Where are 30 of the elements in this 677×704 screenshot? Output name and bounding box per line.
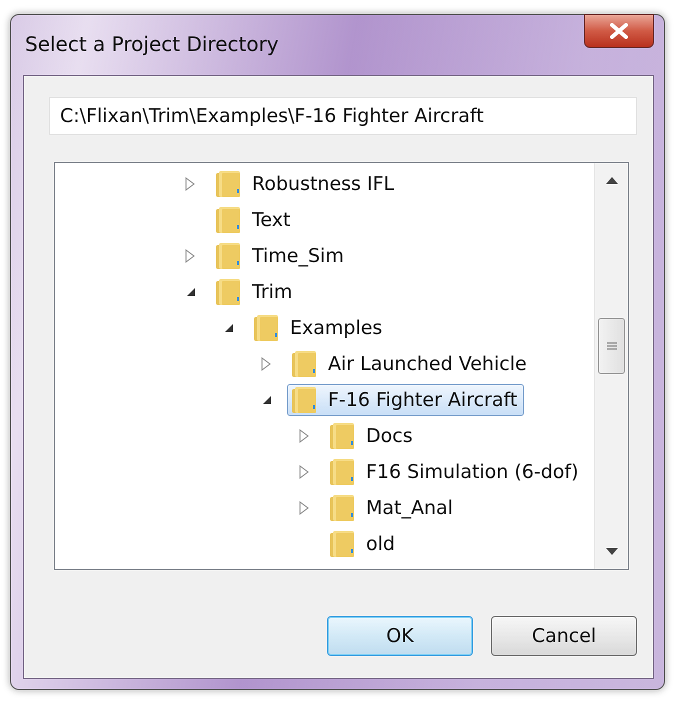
tree-item[interactable]: F-16 Fighter Aircraft [287,384,524,416]
scroll-thumb[interactable] [598,318,625,374]
collapsed-triangle-icon[interactable] [185,249,195,263]
expanded-triangle-icon[interactable] [261,394,273,406]
close-button[interactable] [584,14,654,48]
tree-item[interactable]: Docs [325,420,420,452]
tree-item[interactable]: Robustness IFL [211,168,402,200]
close-icon [609,23,629,39]
tree-item[interactable]: Mat_Anal [325,492,460,524]
cancel-button[interactable]: Cancel [491,616,637,656]
tree-item[interactable]: old [325,528,402,560]
collapsed-triangle-icon[interactable] [299,465,309,479]
ok-button[interactable]: OK [327,616,473,656]
collapsed-triangle-icon[interactable] [185,177,195,191]
tree-item[interactable]: F16 Simulation (6-dof) [325,456,586,488]
tree-item[interactable]: Examples [249,312,390,344]
tree-item[interactable]: Text [211,204,298,236]
collapsed-triangle-icon[interactable] [299,429,309,443]
window-title: Select a Project Directory [25,32,279,56]
scroll-down-icon[interactable] [606,548,618,555]
collapsed-triangle-icon[interactable] [261,357,271,371]
tree-item[interactable]: Time_Sim [211,240,351,272]
expanded-triangle-icon[interactable] [223,322,235,334]
tree-item[interactable]: Trim [211,276,300,308]
scroll-up-icon[interactable] [606,177,618,184]
collapsed-triangle-icon[interactable] [299,501,309,515]
path-field[interactable]: C:\Flixan\Trim\Examples\F-16 Fighter Aircraft [49,97,637,135]
tree-item[interactable]: Air Launched Vehicle [287,348,534,380]
expanded-triangle-icon[interactable] [185,286,197,298]
vertical-scrollbar[interactable] [594,163,628,569]
